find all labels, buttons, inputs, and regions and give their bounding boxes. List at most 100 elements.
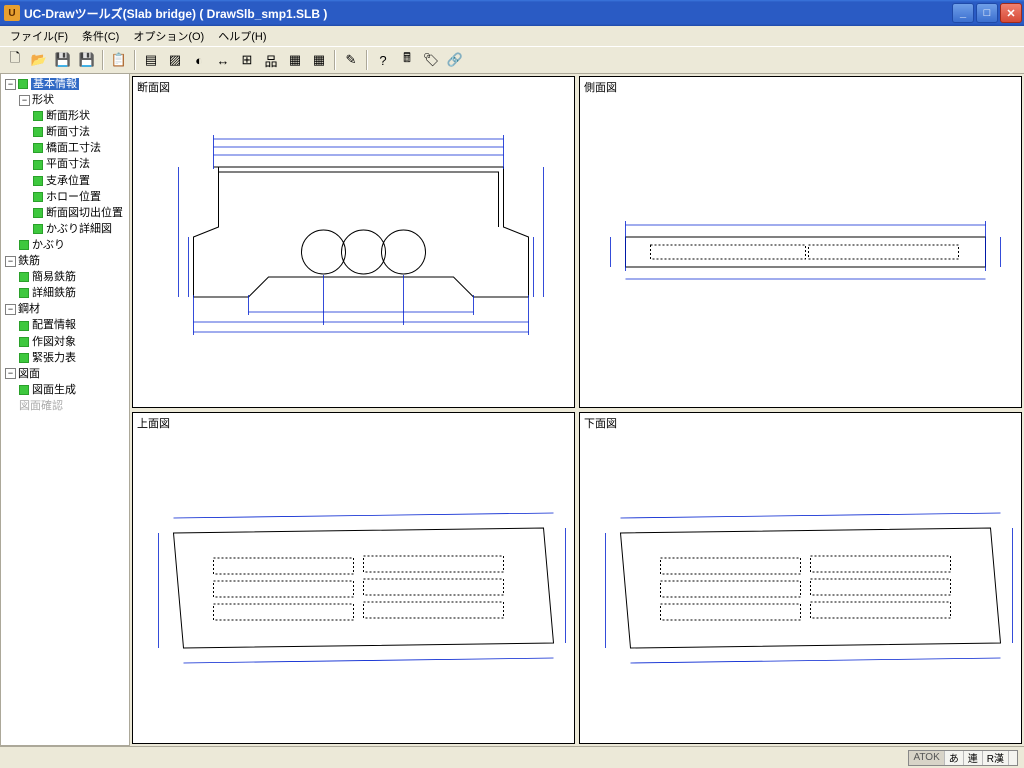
link-button[interactable]: 🔗 <box>444 49 466 71</box>
tree-item-label[interactable]: 橋面工寸法 <box>46 142 101 154</box>
tree-item-label[interactable]: かぶり詳細図 <box>46 223 112 235</box>
main-area: −基本情報 −形状 断面形状断面寸法橋面工寸法平面寸法支承位置ホロー位置断面図切… <box>0 74 1024 746</box>
viewport-grid: 断面図 <box>130 74 1024 746</box>
view3-button[interactable]: ◐ <box>188 49 210 71</box>
collapse-icon[interactable]: − <box>5 79 16 90</box>
properties-button[interactable]: 📋 <box>108 49 130 71</box>
node-icon <box>19 240 29 250</box>
tree-item[interactable]: かぶり詳細図 <box>33 221 127 237</box>
tree-drawing-label[interactable]: 図面 <box>18 368 40 380</box>
open-button[interactable]: 📂 <box>28 49 50 71</box>
tree-item-label[interactable]: 緊張力表 <box>32 352 76 364</box>
calc-button[interactable]: 🖩 <box>396 49 418 71</box>
tree-item[interactable]: 緊張力表 <box>19 350 127 366</box>
view5-button[interactable]: ⊞ <box>236 49 258 71</box>
tree-item-label[interactable]: 簡易鉄筋 <box>32 271 76 283</box>
save-as-button[interactable]: 💾 <box>76 49 98 71</box>
tree-item[interactable]: 図面生成 <box>19 382 127 398</box>
node-icon <box>33 160 43 170</box>
ime-mode-2[interactable]: 連 <box>964 751 983 765</box>
tree-root[interactable]: −基本情報 −形状 断面形状断面寸法橋面工寸法平面寸法支承位置ホロー位置断面図切… <box>5 76 127 253</box>
print-button[interactable]: 🏷 <box>420 49 442 71</box>
tree-item-label[interactable]: 支承位置 <box>46 175 90 187</box>
tree-item[interactable]: 支承位置 <box>33 173 127 189</box>
tree-item[interactable]: 断面図切出位置 <box>33 205 127 221</box>
collapse-icon[interactable]: − <box>19 95 30 106</box>
collapse-icon[interactable]: − <box>5 368 16 379</box>
ime-engine[interactable]: ATOK <box>909 751 944 765</box>
tree-rebar-label[interactable]: 鉄筋 <box>18 255 40 267</box>
toolbar-separator <box>134 50 136 70</box>
window-title: UC-Drawツールズ(Slab bridge) ( DrawSlb_smp1.… <box>24 5 952 22</box>
view7-button[interactable]: ▦ <box>284 49 306 71</box>
tree-shape[interactable]: −形状 断面形状断面寸法橋面工寸法平面寸法支承位置ホロー位置断面図切出位置かぶり… <box>19 92 127 237</box>
tree-item[interactable]: 作図対象 <box>19 334 127 350</box>
view4-button[interactable]: ↔ <box>212 49 234 71</box>
tree-steel-label[interactable]: 鋼材 <box>18 303 40 315</box>
node-icon <box>19 272 29 282</box>
window-controls: _ □ ✕ <box>952 3 1022 23</box>
view-cross-section[interactable]: 断面図 <box>132 76 575 408</box>
help-button[interactable]: ? <box>372 49 394 71</box>
toolbar-separator <box>366 50 368 70</box>
ime-mode-1[interactable]: あ <box>945 751 964 765</box>
tree-item-label[interactable]: 詳細鉄筋 <box>32 287 76 299</box>
view2-button[interactable]: ▨ <box>164 49 186 71</box>
node-icon <box>19 321 29 331</box>
tree-item-label[interactable]: 配置情報 <box>32 320 76 332</box>
tree-item-label[interactable]: 平面寸法 <box>46 159 90 171</box>
tree-item[interactable]: 配置情報 <box>19 317 127 333</box>
tree-item[interactable]: 橋面工寸法 <box>33 140 127 156</box>
tree-shape-label[interactable]: 形状 <box>32 94 54 106</box>
tree-steel[interactable]: −鋼材 配置情報作図対象緊張力表 <box>5 301 127 365</box>
maximize-button[interactable]: □ <box>976 3 998 23</box>
minimize-button[interactable]: _ <box>952 3 974 23</box>
save-button[interactable]: 💾 <box>52 49 74 71</box>
menu-file[interactable]: ファイル(F) <box>4 26 74 46</box>
menu-options[interactable]: オプション(O) <box>127 26 210 46</box>
view-title: 側面図 <box>584 79 617 95</box>
ime-mode-4[interactable] <box>1009 751 1017 765</box>
collapse-icon[interactable]: − <box>5 256 16 267</box>
node-icon <box>33 176 43 186</box>
view-title: 上面図 <box>137 415 170 431</box>
tree-item-label[interactable]: 断面形状 <box>46 110 90 122</box>
app-icon: U <box>4 5 20 21</box>
view-title: 断面図 <box>137 79 170 95</box>
tree-item[interactable]: 断面形状 <box>33 108 127 124</box>
edit-button[interactable]: ✎ <box>340 49 362 71</box>
tree-drawing[interactable]: −図面 図面生成図面確認 <box>5 366 127 414</box>
view6-button[interactable]: 品 <box>260 49 282 71</box>
tree-item-label[interactable]: 図面確認 <box>19 400 63 412</box>
tree-item-label[interactable]: 断面図切出位置 <box>46 207 123 219</box>
tree-item[interactable]: 平面寸法 <box>33 156 127 172</box>
new-button[interactable]: 🗋 <box>4 49 26 71</box>
tree-item-label[interactable]: 断面寸法 <box>46 126 90 138</box>
view-top[interactable]: 上面図 <box>132 412 575 744</box>
tree-cover-label[interactable]: かぶり <box>32 239 65 251</box>
tree-rebar[interactable]: −鉄筋 簡易鉄筋詳細鉄筋 <box>5 253 127 301</box>
view-side[interactable]: 側面図 <box>579 76 1022 408</box>
tree-item-label[interactable]: 作図対象 <box>32 336 76 348</box>
view1-button[interactable]: ▤ <box>140 49 162 71</box>
tree-cover[interactable]: かぶり <box>19 237 127 253</box>
ime-mode-3[interactable]: R漢 <box>983 751 1009 765</box>
collapse-icon[interactable]: − <box>5 304 16 315</box>
tree-item[interactable]: 断面寸法 <box>33 124 127 140</box>
tree-item-label[interactable]: ホロー位置 <box>46 191 101 203</box>
close-button[interactable]: ✕ <box>1000 3 1022 23</box>
view8-button[interactable]: ▦ <box>308 49 330 71</box>
view-bottom[interactable]: 下面図 <box>579 412 1022 744</box>
tree-item-label[interactable]: 図面生成 <box>32 384 76 396</box>
menu-conditions[interactable]: 条件(C) <box>76 26 125 46</box>
node-icon <box>33 127 43 137</box>
tree-item[interactable]: 詳細鉄筋 <box>19 285 127 301</box>
ime-indicator[interactable]: ATOK あ 連 R漢 <box>908 750 1018 766</box>
tree-pane[interactable]: −基本情報 −形状 断面形状断面寸法橋面工寸法平面寸法支承位置ホロー位置断面図切… <box>0 74 130 746</box>
tree-root-label[interactable]: 基本情報 <box>31 78 79 90</box>
tree-item[interactable]: 図面確認 <box>19 398 127 414</box>
side-drawing <box>580 77 1021 407</box>
tree-item[interactable]: ホロー位置 <box>33 189 127 205</box>
tree-item[interactable]: 簡易鉄筋 <box>19 269 127 285</box>
menu-help[interactable]: ヘルプ(H) <box>212 26 272 46</box>
